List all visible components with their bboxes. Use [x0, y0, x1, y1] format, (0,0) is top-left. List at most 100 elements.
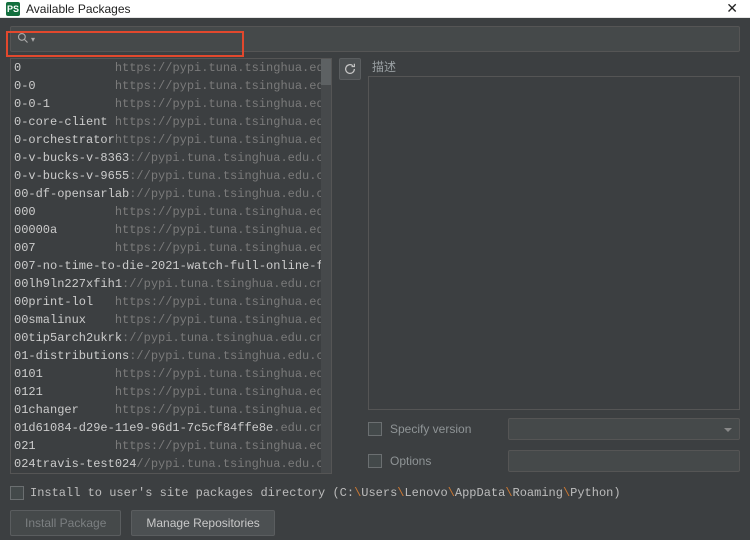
package-name: 000 — [14, 203, 115, 221]
package-name: 00tip5arch2ukrk — [14, 329, 122, 347]
button-row: Install Package Manage Repositories — [10, 510, 740, 536]
package-row[interactable]: 00print-lol https://pypi.tuna.tsinghua.e… — [11, 293, 331, 311]
search-row: ▾ — [0, 18, 750, 58]
package-repo-url: https://pypi.tuna.tsinghua.edu.cn/simple… — [115, 239, 331, 257]
package-repo-url: https://pypi.tuna.tsinghua.edu.cn/simple… — [115, 95, 331, 113]
package-repo-url: https://pypi.tuna.tsinghua.edu.cn/simple… — [115, 365, 331, 383]
options-label: Options — [390, 454, 500, 468]
package-name: 0-0 — [14, 77, 115, 95]
package-repo-url: https://pypi.tuna.tsinghua.edu.cn/simple… — [115, 59, 331, 77]
package-name: 0121 — [14, 383, 115, 401]
package-repo-url: https://pypi.tuna.tsinghua.edu.cn/simple… — [115, 437, 331, 455]
path-separator: \ — [448, 486, 455, 500]
package-row[interactable]: 00tip5arch2ukrk://pypi.tuna.tsinghua.edu… — [11, 329, 331, 347]
install-to-user-row: Install to user's site packages director… — [10, 486, 740, 500]
package-name: 0-v-bucks-v-8363 — [14, 149, 129, 167]
package-name: 024travis-test024 — [14, 455, 136, 473]
package-row[interactable]: 0-v-bucks-v-9655://pypi.tuna.tsinghua.ed… — [11, 167, 331, 185]
install-to-user-checkbox[interactable] — [10, 486, 24, 500]
description-box — [368, 76, 740, 410]
path-separator: \ — [354, 486, 361, 500]
search-box[interactable]: ▾ — [10, 26, 740, 52]
package-name: 01changer — [14, 401, 115, 419]
package-name: 01-distributions — [14, 347, 129, 365]
package-repo-url: ://pypi.tuna.tsinghua.edu.cn/simple/ — [122, 329, 331, 347]
package-repo-url: https://pypi.tuna.tsinghua.edu.cn/simple… — [115, 203, 331, 221]
package-repo-url: ://pypi.tuna.tsinghua.edu.cn/simple/ — [129, 185, 331, 203]
install-package-button[interactable]: Install Package — [10, 510, 121, 536]
package-name: 00lh9ln227xfih1 — [14, 275, 122, 293]
package-row[interactable]: 021 https://pypi.tuna.tsinghua.edu.cn/si… — [11, 437, 331, 455]
search-icon — [17, 32, 29, 47]
package-name: 007 — [14, 239, 115, 257]
package-row[interactable]: 024travis-test024//pypi.tuna.tsinghua.ed… — [11, 455, 331, 473]
install-to-user-label: Install to user's site packages director… — [30, 486, 621, 500]
package-name: 0-orchestrator — [14, 131, 115, 149]
package-name: 01d61084-d29e-11e9-96d1-7c5cf84ffe8e — [14, 419, 273, 437]
options-row: Options — [368, 448, 740, 474]
titlebar: PS Available Packages ✕ — [0, 0, 750, 18]
package-row[interactable]: 0-0-1 https://pypi.tuna.tsinghua.edu.cn/… — [11, 95, 331, 113]
package-row[interactable]: 007 https://pypi.tuna.tsinghua.edu.cn/si… — [11, 239, 331, 257]
package-repo-url: https://pypi.tuna.tsinghua.edu.cn/simple… — [115, 311, 331, 329]
package-row[interactable]: 0101 https://pypi.tuna.tsinghua.edu.cn/s… — [11, 365, 331, 383]
package-name: 007-no-time-to-die-2021-watch-full-onlin… — [14, 257, 331, 275]
scrollbar-track[interactable] — [321, 59, 331, 473]
available-packages-window: PS Available Packages ✕ ▾ 0 https://pypi… — [0, 0, 750, 540]
path-separator: \ — [397, 486, 404, 500]
main-content: 0 https://pypi.tuna.tsinghua.edu.cn/simp… — [0, 58, 750, 480]
chevron-down-icon[interactable]: ▾ — [31, 35, 35, 44]
package-row[interactable]: 007-no-time-to-die-2021-watch-full-onlin… — [11, 257, 331, 275]
options-field[interactable] — [508, 450, 740, 472]
app-icon: PS — [6, 2, 20, 16]
description-label: 描述 — [368, 58, 740, 76]
scrollbar-thumb[interactable] — [321, 59, 331, 85]
package-name: 021 — [14, 437, 115, 455]
package-row[interactable]: 0121 https://pypi.tuna.tsinghua.edu.cn/s… — [11, 383, 331, 401]
package-row[interactable]: 00000a https://pypi.tuna.tsinghua.edu.cn… — [11, 221, 331, 239]
options-checkbox[interactable] — [368, 454, 382, 468]
package-name: 0 — [14, 59, 115, 77]
package-list[interactable]: 0 https://pypi.tuna.tsinghua.edu.cn/simp… — [10, 58, 332, 474]
path-separator: \ — [563, 486, 570, 500]
package-row[interactable]: 01changer https://pypi.tuna.tsinghua.edu… — [11, 401, 331, 419]
toolbar-column — [338, 58, 362, 474]
package-repo-url: https://pypi.tuna.tsinghua.edu.cn/simple… — [115, 401, 331, 419]
package-name: 00smalinux — [14, 311, 115, 329]
package-row[interactable]: 0-0 https://pypi.tuna.tsinghua.edu.cn/si… — [11, 77, 331, 95]
package-row[interactable]: 00lh9ln227xfih1://pypi.tuna.tsinghua.edu… — [11, 275, 331, 293]
bottom-area: Install to user's site packages director… — [0, 480, 750, 540]
package-repo-url: https://pypi.tuna.tsinghua.edu.cn/simple… — [115, 221, 331, 239]
close-icon[interactable]: ✕ — [720, 0, 744, 17]
package-name: 0-0-1 — [14, 95, 115, 113]
package-row[interactable]: 0 https://pypi.tuna.tsinghua.edu.cn/simp… — [11, 59, 331, 77]
package-repo-url: //pypi.tuna.tsinghua.edu.cn/simple/ — [136, 455, 331, 473]
package-repo-url: https://pypi.tuna.tsinghua.edu.cn/simple… — [115, 131, 331, 149]
package-repo-url: ://pypi.tuna.tsinghua.edu.cn/simple/ — [129, 149, 331, 167]
specify-version-field[interactable] — [508, 418, 740, 440]
package-row[interactable]: 0-orchestratorhttps://pypi.tuna.tsinghua… — [11, 131, 331, 149]
package-repo-url: ://pypi.tuna.tsinghua.edu.cn/simple/ — [129, 347, 331, 365]
specify-version-checkbox[interactable] — [368, 422, 382, 436]
package-list-column: 0 https://pypi.tuna.tsinghua.edu.cn/simp… — [10, 58, 332, 474]
package-repo-url: https://pypi.tuna.tsinghua.edu.cn/simple… — [115, 77, 331, 95]
search-input[interactable] — [39, 32, 733, 46]
package-row[interactable]: 01-distributions://pypi.tuna.tsinghua.ed… — [11, 347, 331, 365]
package-repo-url: https://pypi.tuna.tsinghua.edu.cn/simple… — [115, 383, 331, 401]
package-row[interactable]: 01d61084-d29e-11e9-96d1-7c5cf84ffe8e.edu… — [11, 419, 331, 437]
package-row[interactable]: 00smalinux https://pypi.tuna.tsinghua.ed… — [11, 311, 331, 329]
dialog-body: ▾ 0 https://pypi.tuna.tsinghua.edu.cn/si… — [0, 18, 750, 540]
package-name: 00print-lol — [14, 293, 115, 311]
path-separator: \ — [505, 486, 512, 500]
package-name: 0-core-client — [14, 113, 115, 131]
package-row[interactable]: 0-core-client https://pypi.tuna.tsinghua… — [11, 113, 331, 131]
specify-version-row: Specify version — [368, 416, 740, 442]
reload-button[interactable] — [339, 58, 361, 80]
manage-repositories-button[interactable]: Manage Repositories — [131, 510, 274, 536]
package-name: 00000a — [14, 221, 115, 239]
package-row[interactable]: 0-v-bucks-v-8363://pypi.tuna.tsinghua.ed… — [11, 149, 331, 167]
package-row[interactable]: 00-df-opensarlab://pypi.tuna.tsinghua.ed… — [11, 185, 331, 203]
package-repo-url: ://pypi.tuna.tsinghua.edu.cn/simple/ — [129, 167, 331, 185]
package-row[interactable]: 000 https://pypi.tuna.tsinghua.edu.cn/si… — [11, 203, 331, 221]
specify-version-label: Specify version — [390, 422, 500, 436]
